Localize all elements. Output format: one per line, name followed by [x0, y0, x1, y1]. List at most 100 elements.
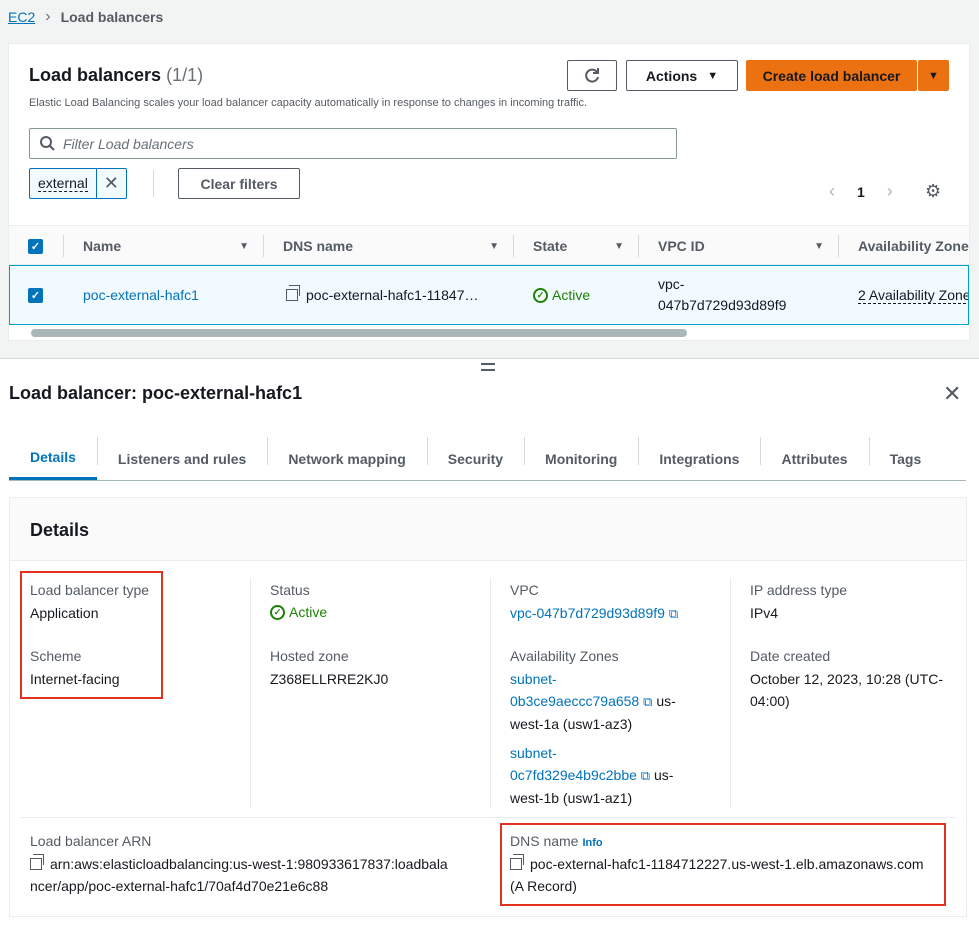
details-section-title: Details: [30, 520, 90, 540]
breadcrumb-ec2-link[interactable]: EC2: [8, 9, 35, 25]
row-checkbox[interactable]: ✓: [28, 266, 43, 324]
column-separator: [838, 235, 839, 257]
next-page-icon[interactable]: ›: [887, 181, 893, 202]
copy-icon[interactable]: [510, 854, 524, 870]
external-link-icon[interactable]: ⧉: [669, 606, 678, 621]
date-created-line1: October 12, 2023, 10:28 (UTC-: [750, 671, 943, 687]
dns-name-label-text: DNS name: [510, 833, 579, 849]
table-row[interactable]: ✓ poc-external-hafc1 poc-external-hafc1-…: [9, 265, 969, 325]
breadcrumb-current: Load balancers: [60, 9, 164, 25]
filter-token-label[interactable]: external: [30, 169, 96, 198]
external-link-icon[interactable]: ⧉: [641, 768, 650, 783]
column-header-state[interactable]: State ▼: [533, 226, 638, 266]
subnet-2-link-part2[interactable]: 0c7fd329e4b9c2bbe: [510, 767, 637, 783]
column-header-name[interactable]: Name ▼: [83, 226, 263, 266]
caret-down-icon: ▼: [707, 69, 719, 82]
page-number[interactable]: 1: [857, 184, 865, 200]
dns-name-text: poc-external-hafc1-1184712227.us-west-1.…: [530, 856, 924, 872]
refresh-button[interactable]: [567, 60, 617, 91]
sort-icon: ▼: [489, 240, 499, 252]
row-dns-text: poc-external-hafc1-11847…: [306, 287, 479, 303]
filter-token-text: external: [38, 175, 88, 192]
detail-split-panel: Load balancer: poc-external-hafc1 ✕ Deta…: [0, 358, 979, 926]
column-divider: [250, 578, 251, 808]
row-state: ✓ Active: [533, 287, 590, 303]
arn-value: arn:aws:elasticloadbalancing:us-west-1:9…: [30, 853, 470, 897]
row-az-cell: 2 Availability Zone: [858, 266, 968, 324]
column-separator: [513, 235, 514, 257]
remove-token-icon[interactable]: ✕: [95, 169, 126, 198]
tab-listeners-and-rules[interactable]: Listeners and rules: [96, 437, 267, 480]
tab-integrations[interactable]: Integrations: [638, 437, 760, 480]
row-state-cell: ✓ Active: [533, 266, 590, 324]
row-state-text: Active: [552, 287, 591, 303]
actions-dropdown[interactable]: Actions ▼: [626, 60, 738, 91]
tab-attributes[interactable]: Attributes: [760, 437, 868, 480]
status-value: ✓ Active: [270, 604, 327, 620]
subnet-1-link-part1[interactable]: subnet-: [510, 671, 557, 687]
ip-type-value: IPv4: [750, 605, 779, 621]
column-header-label: State: [533, 238, 568, 254]
subnet-1-zone: west-1a (usw1-az3): [510, 716, 633, 732]
tab-tags[interactable]: Tags: [868, 437, 943, 480]
check-circle-icon: ✓: [270, 604, 285, 620]
actions-label: Actions: [645, 67, 698, 84]
close-icon[interactable]: ✕: [943, 381, 961, 407]
subnet-1: subnet- 0b3ce9aeccc79a658 ⧉ us- west-1a …: [510, 668, 710, 735]
row-vpc-line1: vpc-: [658, 276, 685, 292]
scheme-label: Scheme: [30, 648, 82, 664]
info-link[interactable]: Info: [582, 837, 602, 849]
create-load-balancer-button[interactable]: Create load balancer: [746, 60, 917, 91]
horizontal-scrollbar[interactable]: [31, 329, 687, 337]
checkbox-checked-icon: ✓: [28, 287, 43, 303]
panel-description: Elastic Load Balancing scales your load …: [29, 97, 588, 109]
external-link-icon[interactable]: ⧉: [643, 694, 652, 709]
subnet-2: subnet- 0c7fd329e4b9c2bbe ⧉ us- west-1b …: [510, 742, 710, 809]
row-vpc-line2: 047b7d729d93d89f9: [658, 297, 787, 313]
table-header: ✓ Name ▼ DNS name ▼ State ▼ VPC ID ▼ Availab…: [9, 225, 969, 265]
row-name-cell: poc-external-hafc1: [83, 266, 199, 324]
clear-filters-button[interactable]: Clear filters: [178, 168, 300, 199]
column-separator: [263, 235, 264, 257]
ip-type-label: IP address type: [750, 582, 848, 598]
date-created-value: October 12, 2023, 10:28 (UTC- 04:00): [750, 668, 943, 712]
scheme-value: Internet-facing: [30, 671, 120, 687]
vpc-link[interactable]: vpc-047b7d729d93d89f9: [510, 605, 665, 621]
column-divider: [490, 578, 491, 808]
resize-handle-icon[interactable]: [481, 363, 495, 371]
load-balancer-name-link[interactable]: poc-external-hafc1: [83, 287, 199, 303]
column-header-availability-zone[interactable]: Availability Zone: [858, 226, 969, 266]
subnet-2-link-part1[interactable]: subnet-: [510, 745, 557, 761]
date-created-line2: 04:00): [750, 693, 790, 709]
pagination: ‹ 1 ›: [829, 181, 893, 202]
column-header-vpc-id[interactable]: VPC ID ▼: [658, 226, 838, 266]
column-header-label: DNS name: [283, 238, 354, 254]
tab-network-mapping[interactable]: Network mapping: [267, 437, 426, 480]
lb-type-label: Load balancer type: [30, 582, 150, 598]
chevron-right-icon: ›: [45, 8, 51, 25]
gear-icon[interactable]: ⚙: [925, 181, 941, 202]
tab-details[interactable]: Details: [9, 437, 97, 480]
row-az-text[interactable]: 2 Availability Zone: [858, 287, 968, 304]
prev-page-icon[interactable]: ‹: [829, 181, 835, 202]
tab-security[interactable]: Security: [426, 437, 524, 480]
row-dns-cell: poc-external-hafc1-11847…: [286, 266, 479, 324]
select-all-checkbox[interactable]: ✓: [28, 226, 58, 266]
checkbox-checked-icon: ✓: [28, 238, 43, 254]
vpc-value: vpc-047b7d729d93d89f9 ⧉: [510, 602, 678, 625]
divider: [153, 170, 154, 197]
sort-icon: ▼: [239, 240, 249, 252]
column-header-dns-name[interactable]: DNS name ▼: [283, 226, 513, 266]
column-divider: [730, 578, 731, 808]
arn-line1: arn:aws:elasticloadbalancing:us-west-1:9…: [50, 856, 448, 872]
tab-monitoring[interactable]: Monitoring: [524, 437, 638, 480]
copy-icon[interactable]: [30, 854, 44, 870]
dns-name-label: DNS name Info: [510, 833, 603, 849]
column-header-label: Name: [83, 238, 122, 254]
filter-input[interactable]: [63, 135, 643, 152]
copy-icon[interactable]: [286, 285, 300, 301]
subnet-1-link-part2[interactable]: 0b3ce9aeccc79a658: [510, 693, 639, 709]
filter-box: [29, 128, 677, 159]
create-dropdown-button[interactable]: ▼: [918, 60, 949, 91]
status-value-text: Active: [289, 604, 328, 620]
